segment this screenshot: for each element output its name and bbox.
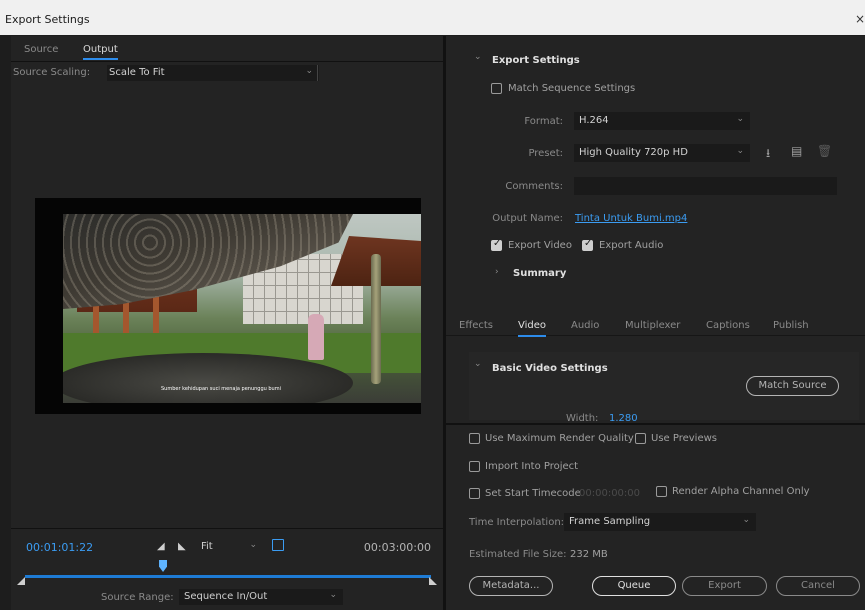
out-point-handle[interactable] <box>429 577 437 585</box>
tab-effects[interactable]: Effects <box>459 320 493 331</box>
output-name-label: Output Name: <box>492 213 563 224</box>
set-start-timecode-label: Set Start Timecode <box>485 488 581 499</box>
match-sequence-checkbox[interactable] <box>491 83 502 94</box>
settings-panel: ⌄ Export Settings Match Sequence Setting… <box>446 36 865 424</box>
tab-source[interactable]: Source <box>24 44 58 55</box>
import-preset-icon[interactable]: ▤ <box>791 144 802 158</box>
max-render-quality-checkbox[interactable] <box>469 433 480 444</box>
chevron-down-icon: ⌄ <box>249 540 257 550</box>
chevron-down-icon[interactable]: ⌄ <box>474 52 482 62</box>
in-point-handle[interactable] <box>17 577 25 585</box>
cancel-button[interactable]: Cancel <box>776 576 860 596</box>
video-preview: Sumber kehidupan suci menaja penunggu bu… <box>35 198 421 414</box>
end-timecode: 00:03:00:00 <box>363 541 431 554</box>
window-title: Export Settings <box>5 13 90 26</box>
preset-value: High Quality 720p HD <box>579 147 688 158</box>
source-range-value: Sequence In/Out <box>184 591 268 602</box>
export-video-label: Export Video <box>508 240 572 251</box>
mark-in-icon[interactable]: ◢ <box>157 541 165 552</box>
tab-output[interactable]: Output <box>83 44 118 60</box>
metadata-button[interactable]: Metadata... <box>469 576 553 596</box>
source-scaling-value: Scale To Fit <box>109 67 165 78</box>
use-previews-checkbox[interactable] <box>635 433 646 444</box>
summary-header[interactable]: Summary <box>513 268 566 279</box>
source-scaling-dropdown[interactable]: Scale To Fit ⌄ <box>107 65 319 81</box>
tab-audio[interactable]: Audio <box>571 320 599 331</box>
format-label: Format: <box>524 116 563 127</box>
output-name-link[interactable]: Tinta Untuk Bumi.mp4 <box>575 213 687 224</box>
preview-panel: Source Output Source Scaling: Scale To F… <box>11 36 443 610</box>
use-previews-label: Use Previews <box>651 433 717 444</box>
tab-captions[interactable]: Captions <box>706 320 750 331</box>
time-interpolation-dropdown[interactable]: Frame Sampling ⌄ <box>564 513 756 531</box>
basic-video-settings-section: ⌄ Basic Video Settings Match Source Widt… <box>469 352 859 424</box>
mark-out-icon[interactable]: ◣ <box>178 541 186 552</box>
source-scaling-label: Source Scaling: <box>13 67 91 78</box>
format-value: H.264 <box>579 115 609 126</box>
import-into-project-label: Import Into Project <box>485 461 579 472</box>
export-audio-label: Export Audio <box>599 240 664 251</box>
comments-field[interactable] <box>574 177 837 195</box>
save-preset-icon[interactable]: ⭳ <box>766 144 770 165</box>
chevron-down-icon: ⌄ <box>736 114 744 124</box>
tab-multiplexer[interactable]: Multiplexer <box>625 320 680 331</box>
chevron-down-icon: ⌄ <box>742 515 750 525</box>
export-settings-header[interactable]: Export Settings <box>492 55 580 66</box>
settings-tabs: Effects Video Audio Multiplexer Captions… <box>446 316 865 337</box>
preset-dropdown[interactable]: High Quality 720p HD ⌄ <box>574 144 750 162</box>
close-icon[interactable]: × <box>855 12 865 26</box>
playhead-icon[interactable] <box>159 560 168 572</box>
export-button[interactable]: Export <box>682 576 767 596</box>
queue-button[interactable]: Queue <box>592 576 676 596</box>
render-alpha-label: Render Alpha Channel Only <box>672 486 810 497</box>
export-settings-section: ⌄ Export Settings Match Sequence Setting… <box>469 44 859 292</box>
estimated-size-label: Estimated File Size: <box>469 549 567 560</box>
start-timecode-field[interactable]: 00:00:00:00 <box>579 488 640 499</box>
video-subtitle: Sumber kehidupan suci menaja penunggu bu… <box>161 386 281 392</box>
preview-tabs: Source Output <box>11 36 443 62</box>
chevron-down-icon: ⌄ <box>305 66 313 76</box>
chevron-down-icon: ⌄ <box>329 590 337 600</box>
basic-video-settings-header[interactable]: Basic Video Settings <box>492 363 608 374</box>
tab-publish[interactable]: Publish <box>773 320 809 331</box>
zoom-value: Fit <box>201 541 213 552</box>
tab-video[interactable]: Video <box>518 320 547 337</box>
timeline-track[interactable] <box>25 575 431 578</box>
delete-preset-icon[interactable]: 🗑 <box>817 144 832 158</box>
chevron-down-icon[interactable]: ⌄ <box>474 359 482 369</box>
estimated-size-value: 232 MB <box>570 549 608 560</box>
match-sequence-label: Match Sequence Settings <box>508 83 636 94</box>
current-timecode[interactable]: 00:01:01:22 <box>26 541 93 554</box>
export-video-checkbox[interactable] <box>491 238 502 251</box>
preset-label: Preset: <box>528 148 563 159</box>
export-audio-checkbox[interactable] <box>582 238 593 251</box>
time-interpolation-value: Frame Sampling <box>569 516 651 527</box>
video-frame-image <box>63 214 421 403</box>
source-scaling-row: Source Scaling: Scale To Fit ⌄ <box>11 63 443 83</box>
chevron-down-icon: ⌄ <box>736 146 744 156</box>
set-start-timecode-checkbox[interactable] <box>469 488 480 499</box>
zoom-dropdown[interactable]: Fit ⌄ <box>197 539 263 555</box>
chevron-right-icon[interactable]: › <box>495 267 499 277</box>
export-options-panel: Use Maximum Render Quality Use Previews … <box>446 425 865 610</box>
comments-label: Comments: <box>505 181 563 192</box>
timeline-panel: 00:01:01:22 ◢ ◣ Fit ⌄ 00:03:00:00 Source… <box>11 528 443 610</box>
time-interpolation-label: Time Interpolation: <box>469 517 565 528</box>
source-range-dropdown[interactable]: Sequence In/Out ⌄ <box>179 589 343 605</box>
tool-shape <box>371 254 381 384</box>
format-dropdown[interactable]: H.264 ⌄ <box>574 112 750 130</box>
source-range-label: Source Range: <box>101 592 174 603</box>
safe-margins-icon[interactable] <box>272 539 284 551</box>
title-bar: Export Settings × <box>0 0 865 35</box>
match-source-button[interactable]: Match Source <box>746 376 839 396</box>
divider <box>317 65 318 81</box>
render-alpha-checkbox[interactable] <box>656 486 667 497</box>
import-into-project-checkbox[interactable] <box>469 461 480 472</box>
max-render-quality-label: Use Maximum Render Quality <box>485 433 634 444</box>
person-shape <box>308 314 324 360</box>
